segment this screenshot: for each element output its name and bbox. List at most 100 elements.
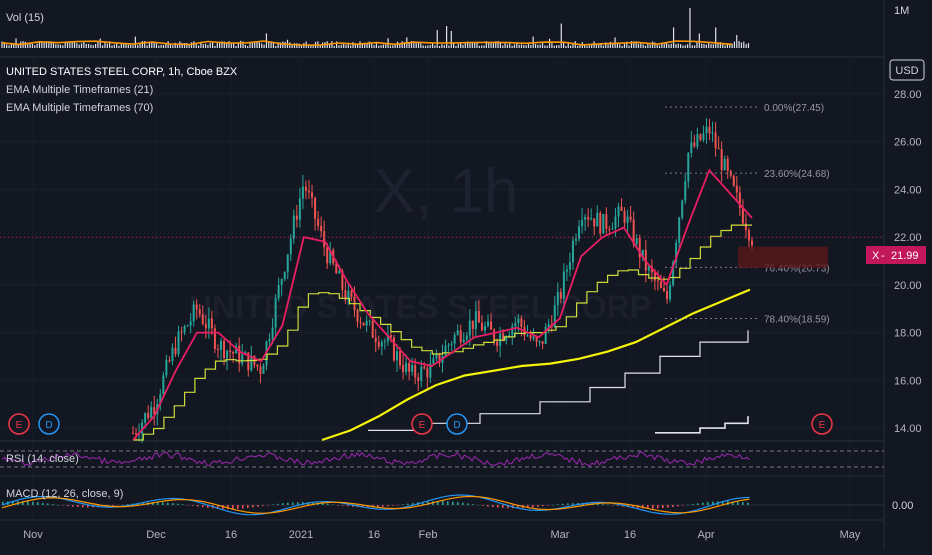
candle-body bbox=[374, 337, 377, 343]
macd-histogram-bar bbox=[542, 505, 544, 507]
rsi-label[interactable]: RSI (14, close) bbox=[6, 453, 79, 465]
candle-body bbox=[741, 207, 744, 224]
candle-body bbox=[147, 413, 150, 419]
candle-body bbox=[459, 330, 462, 343]
macd-histogram-bar bbox=[127, 504, 129, 505]
event-marker-dividend[interactable]: D bbox=[446, 413, 468, 435]
candle-body bbox=[232, 351, 235, 354]
macd-histogram-bar bbox=[572, 503, 574, 505]
candle-body bbox=[447, 344, 450, 346]
event-marker-earnings[interactable]: E bbox=[8, 413, 30, 435]
trading-chart[interactable]: X, 1h UNITED STATES STEEL CORP 0.00%(27.… bbox=[0, 0, 932, 550]
macd-histogram-bar bbox=[672, 505, 674, 508]
symbol-legend[interactable]: UNITED STATES STEEL CORP, 1h, Cboe BZX bbox=[6, 66, 238, 78]
macd-histogram-bar bbox=[402, 504, 404, 505]
macd-histogram-bar bbox=[37, 502, 39, 505]
fib-level-label: 0.00%(27.45) bbox=[764, 103, 824, 114]
macd-histogram-bar bbox=[467, 503, 469, 505]
candle-body bbox=[213, 328, 216, 349]
chart-canvas[interactable]: X, 1h UNITED STATES STEEL CORP 0.00%(27.… bbox=[0, 0, 932, 550]
y-tick-label: 24.00 bbox=[894, 184, 922, 196]
x-tick-label: May bbox=[840, 529, 861, 541]
event-marker-earnings[interactable]: E bbox=[411, 413, 433, 435]
candle-body bbox=[608, 228, 611, 230]
fib-zone-box[interactable] bbox=[738, 246, 828, 269]
macd-histogram-bar bbox=[747, 502, 749, 505]
candle-body bbox=[298, 198, 301, 220]
macd-histogram-bar bbox=[502, 505, 504, 509]
candle-body bbox=[690, 142, 693, 153]
event-marker-letter: D bbox=[453, 420, 460, 431]
candle-body bbox=[311, 192, 314, 198]
candle-body bbox=[714, 132, 717, 148]
candle-body bbox=[268, 338, 271, 342]
x-tick-label: 16 bbox=[225, 529, 237, 541]
watermark-name: UNITED STATES STEEL CORP bbox=[189, 289, 651, 325]
x-tick-label: 16 bbox=[624, 529, 636, 541]
macd-histogram-bar bbox=[552, 504, 554, 506]
candle-body bbox=[174, 347, 177, 355]
candle-body bbox=[744, 223, 747, 231]
fib-level-label: 23.60%(24.68) bbox=[764, 169, 830, 180]
candle-body bbox=[198, 309, 201, 315]
macd-histogram-bar bbox=[67, 505, 69, 507]
macd-histogram-bar bbox=[387, 505, 389, 507]
macd-histogram-bar bbox=[652, 505, 654, 509]
candle-body bbox=[201, 314, 204, 325]
macd-histogram-bar bbox=[197, 505, 199, 507]
macd-histogram-bar bbox=[462, 502, 464, 505]
macd-histogram-bar bbox=[267, 505, 269, 506]
macd-label[interactable]: MACD (12, 26, close, 9) bbox=[6, 488, 123, 500]
candle-body bbox=[611, 228, 614, 230]
ema21-legend[interactable]: EMA Multiple Timeframes (21) bbox=[6, 84, 153, 96]
candle-body bbox=[359, 321, 362, 323]
candle-body bbox=[735, 185, 738, 193]
candle-body bbox=[405, 362, 408, 373]
macd-histogram-bar bbox=[392, 505, 394, 506]
candle-body bbox=[687, 152, 690, 182]
event-marker-earnings[interactable]: E bbox=[811, 413, 833, 435]
macd-histogram-bar bbox=[692, 504, 694, 505]
macd-histogram-bar bbox=[167, 502, 169, 505]
candle-body bbox=[259, 366, 262, 374]
candle-body bbox=[241, 354, 244, 364]
macd-histogram-bar bbox=[332, 504, 334, 505]
candle-body bbox=[171, 347, 174, 362]
candle-body bbox=[450, 343, 453, 345]
candle-body bbox=[593, 218, 596, 227]
macd-histogram-bar bbox=[77, 505, 79, 508]
candle-body bbox=[323, 231, 326, 248]
candle-body bbox=[453, 334, 456, 344]
currency-button[interactable]: USD bbox=[889, 59, 925, 81]
candle-body bbox=[747, 230, 750, 241]
candle-body bbox=[283, 272, 286, 280]
macd-histogram-bar bbox=[257, 505, 259, 507]
macd-histogram-bar bbox=[472, 504, 474, 505]
candle-body bbox=[411, 365, 414, 372]
candle-body bbox=[496, 341, 499, 346]
ema70-legend[interactable]: EMA Multiple Timeframes (70) bbox=[6, 102, 153, 114]
last-price-tag[interactable]: X - 21.99 bbox=[866, 246, 926, 264]
candle-body bbox=[380, 342, 383, 347]
candle-body bbox=[562, 271, 565, 299]
macd-histogram-bar bbox=[447, 501, 449, 505]
macd-histogram-bar bbox=[287, 502, 289, 505]
event-marker-dividend[interactable]: D bbox=[38, 413, 60, 435]
x-tick-label: 16 bbox=[368, 529, 380, 541]
macd-histogram-bar bbox=[347, 505, 349, 507]
x-tick-label: 2021 bbox=[289, 529, 313, 541]
watermark-symbol: X, 1h bbox=[374, 157, 519, 226]
last-price-value: 21.99 bbox=[891, 250, 919, 262]
macd-histogram-bar bbox=[272, 504, 274, 505]
macd-histogram-bar bbox=[442, 501, 444, 505]
macd-histogram-bar bbox=[27, 501, 29, 505]
candle-body bbox=[635, 238, 638, 245]
candle-body bbox=[617, 206, 620, 217]
currency-label[interactable]: USD bbox=[895, 65, 918, 77]
volume-label[interactable]: Vol (15) bbox=[6, 12, 44, 24]
candle-body bbox=[399, 351, 402, 366]
macd-histogram-bar bbox=[662, 505, 664, 509]
macd-histogram-bar bbox=[177, 503, 179, 505]
candle-body bbox=[210, 318, 213, 329]
candle-body bbox=[620, 206, 623, 211]
